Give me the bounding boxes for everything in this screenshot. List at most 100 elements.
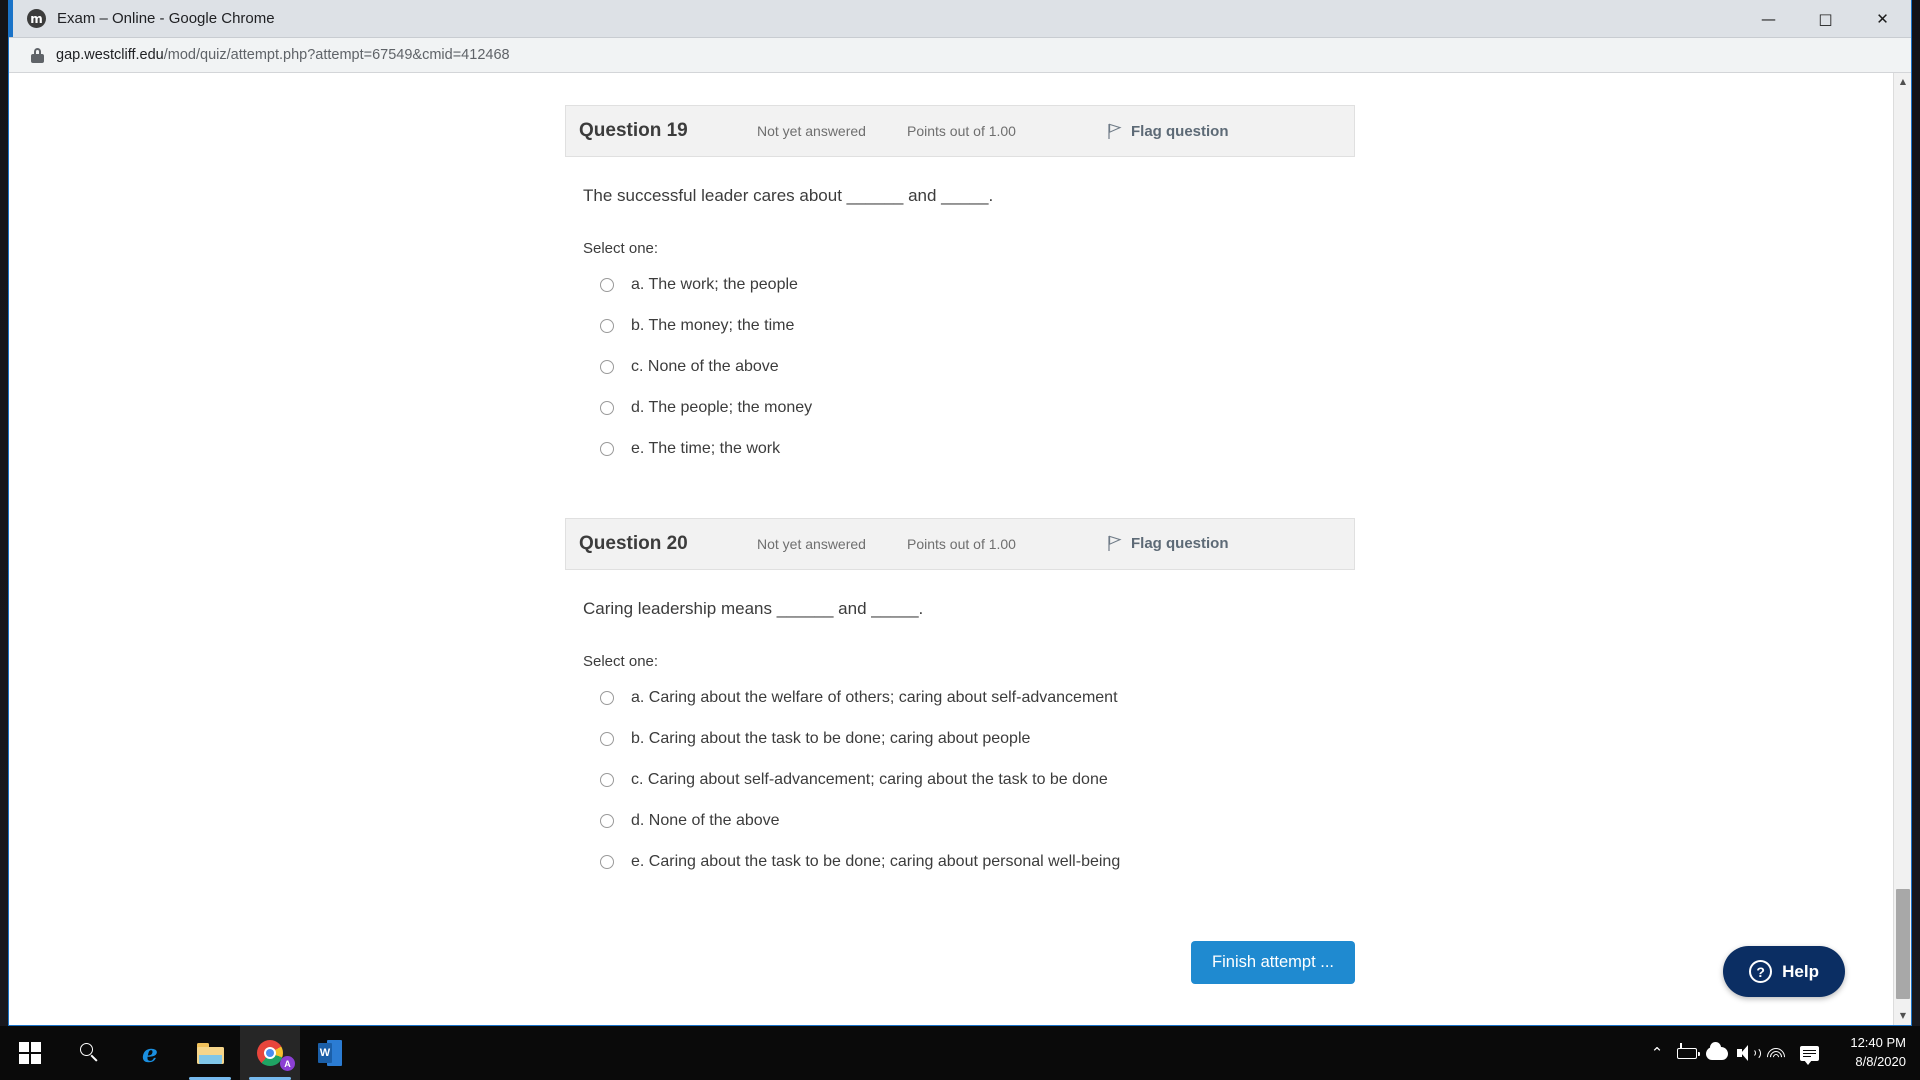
page-scrollbar[interactable]: ▲ ▼ [1893, 73, 1911, 1025]
word-button[interactable]: W [300, 1026, 360, 1080]
question-body-20: Caring leadership means ______ and _____… [565, 570, 1355, 883]
folder-icon [196, 1042, 224, 1064]
moodle-favicon-icon: m [27, 9, 46, 28]
answer-label-19-e: e. The time; the work [631, 440, 781, 458]
answer-label-20-d: d. None of the above [631, 812, 780, 830]
page-content: Question 19 Not yet answered Points out … [9, 73, 1893, 984]
system-tray: ⌃ 12:40 PM 8/8/2020 [1642, 1026, 1920, 1080]
window-controls: — □ ✕ [1740, 0, 1911, 38]
notifications-button[interactable] [1792, 1026, 1826, 1080]
question-text-20: Caring leadership means ______ and _____… [583, 598, 924, 618]
help-button[interactable]: ? Help [1723, 946, 1845, 997]
question-block-20: Question 20 Not yet answered Points out … [565, 517, 1355, 883]
clock-date: 8/8/2020 [1855, 1054, 1906, 1069]
radio-icon-19-c[interactable] [600, 360, 614, 375]
page-scroll-area: Question 19 Not yet answered Points out … [9, 73, 1893, 1025]
start-button[interactable] [0, 1026, 60, 1080]
question-header-20: Question 20 Not yet answered Points out … [565, 517, 1355, 570]
answer-label-19-c: c. None of the above [631, 358, 779, 376]
word-letter: W [318, 1043, 332, 1063]
radio-icon-19-b[interactable] [600, 319, 614, 334]
flag-question-label-19: Flag question [1131, 122, 1229, 140]
radio-icon-19-a[interactable] [600, 278, 614, 293]
question-header-19: Question 19 Not yet answered Points out … [565, 105, 1355, 157]
windows-taskbar: e A W ⌃ 12:40 PM 8/8/2020 [0, 1026, 1920, 1080]
finish-attempt-button[interactable]: Finish attempt ... [1191, 940, 1355, 984]
answer-option-20-d[interactable]: d. None of the above [583, 801, 1355, 842]
flag-icon [1108, 535, 1122, 552]
lock-icon [31, 47, 44, 63]
minimize-button[interactable]: — [1740, 0, 1797, 38]
flag-icon [1108, 123, 1122, 139]
edge-icon: e [142, 1038, 158, 1068]
url-text: gap.westcliff.edu/mod/quiz/attempt.php?a… [56, 47, 510, 63]
question-number-19: Question 19 [579, 120, 688, 141]
flag-question-button-20[interactable]: Flag question [1107, 535, 1229, 552]
answer-option-20-a[interactable]: a. Caring about the welfare of others; c… [583, 678, 1355, 719]
chrome-button[interactable]: A [240, 1026, 300, 1080]
chevron-down-glyph: ▼ [1899, 1011, 1907, 1020]
radio-icon-20-c[interactable] [600, 773, 614, 788]
quiz-content-column: Question 19 Not yet answered Points out … [565, 105, 1355, 984]
question-body-19: The successful leader cares about ______… [565, 157, 1355, 470]
battery-icon [1677, 1042, 1700, 1059]
taskbar-clock[interactable]: 12:40 PM 8/8/2020 [1834, 1034, 1906, 1072]
window-titlebar[interactable]: m Exam – Online - Google Chrome — □ ✕ [9, 0, 1911, 38]
answer-list-20: a. Caring about the welfare of others; c… [583, 678, 1355, 883]
flag-question-button-19[interactable]: Flag question [1107, 123, 1229, 140]
file-explorer-button[interactable] [180, 1026, 240, 1080]
select-one-label-20: Select one: [583, 652, 659, 670]
answer-option-19-d[interactable]: d. The people; the money [583, 388, 1355, 429]
radio-icon-20-d[interactable] [600, 814, 614, 829]
question-points-20: Points out of 1.00 [907, 535, 1016, 552]
answer-label-19-b: b. The money; the time [631, 317, 795, 335]
volume-button[interactable] [1732, 1026, 1762, 1080]
close-icon: ✕ [1876, 9, 1889, 28]
answer-option-19-a[interactable]: a. The work; the people [583, 265, 1355, 306]
answer-option-19-b[interactable]: b. The money; the time [583, 306, 1355, 347]
minimize-icon: — [1761, 9, 1776, 28]
speaker-icon [1737, 1045, 1761, 1061]
answer-label-20-a: a. Caring about the welfare of others; c… [631, 689, 1118, 707]
search-icon [80, 1043, 100, 1063]
speech-bubble-icon [1799, 1045, 1819, 1065]
answer-option-20-c[interactable]: c. Caring about self-advancement; caring… [583, 760, 1355, 801]
url-path: /mod/quiz/attempt.php?attempt=67549&cmid… [163, 47, 510, 63]
answer-label-19-d: d. The people; the money [631, 399, 813, 417]
answer-option-19-e[interactable]: e. The time; the work [583, 429, 1355, 470]
question-text-19: The successful leader cares about ______… [583, 186, 994, 205]
scrollbar-thumb[interactable] [1896, 889, 1910, 999]
question-state-19: Not yet answered [757, 123, 866, 139]
radio-icon-20-e[interactable] [600, 855, 614, 870]
chevron-up-glyph: ▲ [1899, 77, 1907, 86]
scroll-down-arrow-icon[interactable]: ▼ [1894, 1007, 1911, 1025]
edge-button[interactable]: e [120, 1026, 180, 1080]
answer-option-20-b[interactable]: b. Caring about the task to be done; car… [583, 719, 1355, 760]
answer-option-19-c[interactable]: c. None of the above [583, 347, 1355, 388]
window-title: Exam – Online - Google Chrome [57, 10, 275, 27]
scroll-up-arrow-icon[interactable]: ▲ [1894, 73, 1911, 91]
maximize-button[interactable]: □ [1797, 0, 1854, 38]
battery-button[interactable] [1672, 1026, 1702, 1080]
flag-question-label-20: Flag question [1131, 535, 1229, 553]
answer-label-20-e: e. Caring about the task to be done; car… [631, 853, 1121, 871]
answer-option-20-e[interactable]: e. Caring about the task to be done; car… [583, 842, 1355, 883]
search-button[interactable] [60, 1026, 120, 1080]
onedrive-button[interactable] [1702, 1026, 1732, 1080]
clock-time: 12:40 PM [1850, 1035, 1906, 1051]
address-bar[interactable]: gap.westcliff.edu/mod/quiz/attempt.php?a… [9, 38, 1911, 73]
page-viewport: Question 19 Not yet answered Points out … [9, 73, 1911, 1025]
question-block-19: Question 19 Not yet answered Points out … [565, 105, 1355, 470]
radio-icon-19-d[interactable] [600, 401, 614, 416]
radio-icon-20-b[interactable] [600, 732, 614, 747]
answer-label-19-a: a. The work; the people [631, 276, 798, 294]
radio-icon-20-a[interactable] [600, 691, 614, 706]
network-button[interactable] [1762, 1026, 1792, 1080]
answer-label-20-c: c. Caring about self-advancement; caring… [631, 771, 1108, 789]
radio-icon-19-e[interactable] [600, 442, 614, 457]
chevron-up-icon: ⌃ [1650, 1043, 1664, 1062]
show-hidden-icons-button[interactable]: ⌃ [1642, 1026, 1672, 1080]
close-button[interactable]: ✕ [1854, 0, 1911, 38]
question-points-19: Points out of 1.00 [907, 123, 1016, 139]
select-one-label-19: Select one: [583, 239, 659, 257]
